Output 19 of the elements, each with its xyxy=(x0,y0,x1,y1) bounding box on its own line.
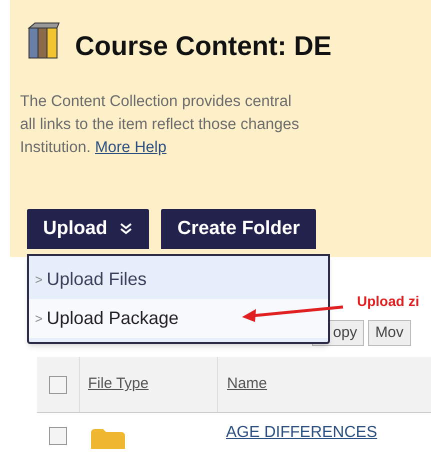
upload-menu-button[interactable]: Upload xyxy=(27,209,150,249)
more-help-link[interactable]: More Help xyxy=(94,139,166,156)
checkbox[interactable] xyxy=(49,427,67,445)
double-chevron-icon xyxy=(119,222,134,236)
chevron-marker: > xyxy=(35,310,43,328)
folder-icon xyxy=(91,429,125,449)
description-text: The Content Collection provides central all links to the item reflect those changes Institution. More Help xyxy=(20,92,300,158)
menu-item[interactable]: > Upload Package xyxy=(29,299,328,338)
page-title: Course Content: DE xyxy=(75,33,332,60)
file-name-link[interactable]: AGE DIFFERENCES xyxy=(217,421,378,445)
arrow-icon xyxy=(240,303,344,323)
toolbar-button[interactable]: Mov xyxy=(368,320,411,346)
chevron-marker: > xyxy=(35,270,43,289)
menu-item[interactable]: > Upload Files xyxy=(29,260,328,299)
checkbox[interactable] xyxy=(49,376,67,394)
create-folder-button[interactable]: Create Folder xyxy=(161,209,316,249)
annotation-text: Upload zi xyxy=(357,292,420,311)
column-header[interactable]: Name xyxy=(227,373,268,396)
column-header[interactable]: File Type xyxy=(88,373,149,396)
